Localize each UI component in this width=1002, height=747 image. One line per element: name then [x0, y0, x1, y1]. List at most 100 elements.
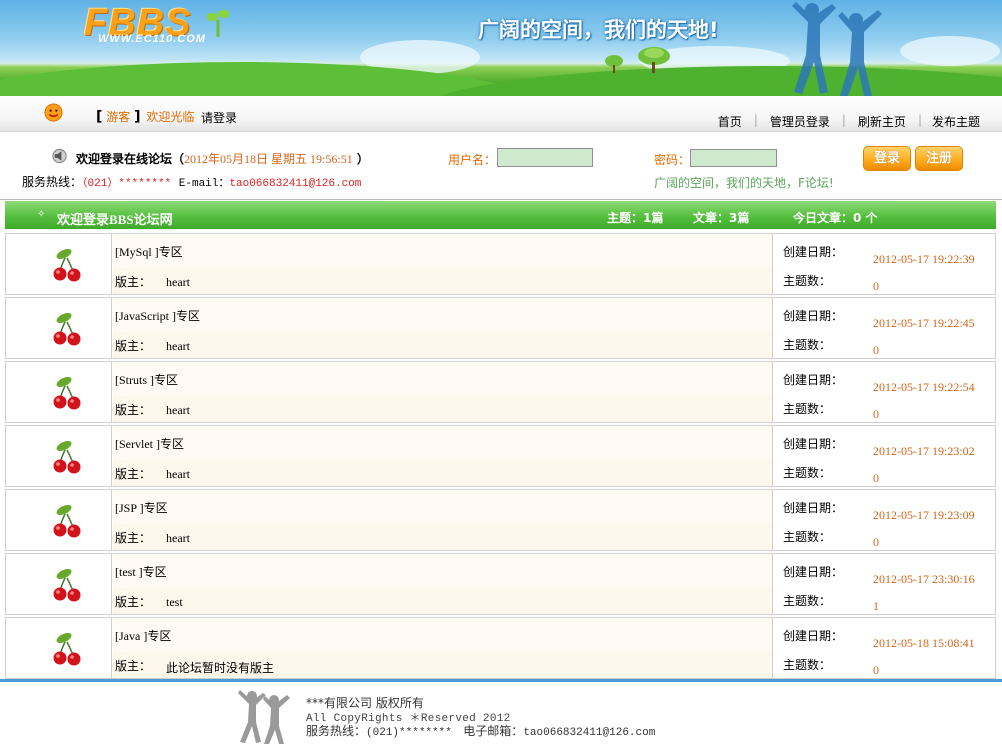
board-icon-cell	[6, 618, 112, 678]
board-icon-cell	[6, 554, 112, 614]
board-name-link[interactable]: [Struts ]专区	[115, 371, 178, 388]
board-icon-cell	[6, 426, 112, 486]
board-row: [Servlet ]专区 版主： heart 创建日期： 2012-05-17 19:2…	[5, 425, 996, 487]
forum-header: ✧ 欢迎登录BBS论坛网 主题：1篇 文章：3篇 今日文章：0 个	[5, 201, 996, 229]
password-label: 密码：	[654, 153, 691, 167]
board-name-link[interactable]: [test ]专区	[115, 563, 167, 580]
board-topic-count: 0	[873, 663, 879, 677]
topic-count-label: 主题数：	[783, 402, 832, 416]
login-button[interactable]: 登录	[863, 146, 911, 171]
cherry-icon	[51, 568, 83, 602]
tree-icon	[638, 47, 670, 73]
nav-divider: |	[753, 113, 758, 127]
cherry-icon	[51, 248, 83, 282]
board-info-cell: [JavaScript ]专区 版主： heart	[113, 298, 773, 358]
topic-count-label: 主题数：	[783, 530, 832, 544]
board-topic-count: 0	[873, 279, 879, 293]
email-address: tao066832411@126.com	[229, 178, 362, 190]
guest-label: 游客	[106, 110, 131, 124]
login-welcome-label: 欢迎登录在线论坛	[76, 152, 173, 166]
moderator-name: heart	[166, 403, 190, 417]
board-stats-cell: 创建日期： 2012-05-17 19:22:54 主题数： 0	[774, 362, 995, 422]
created-date-label: 创建日期：	[783, 245, 844, 259]
board-name-link[interactable]: [MySql ]专区	[115, 243, 183, 260]
board-icon-cell	[6, 298, 112, 358]
footer-hotline: (021)********	[366, 727, 452, 739]
board-info-cell: [JSP ]专区 版主： heart	[113, 490, 773, 550]
article-count: 文章：3篇	[693, 211, 750, 225]
footer-email-label: 电子邮箱：	[463, 724, 524, 738]
nav-home-link[interactable]: 首页	[718, 113, 742, 130]
top-nav-bar: [ 游客 ] 欢迎光临 请登录 首页 | 管理员登录 | 刷新主页 | 发布主题	[0, 96, 1002, 132]
moderator-label: 版主：	[115, 467, 152, 481]
footer-contact: 服务热线：(021)******** 电子邮箱：tao066832411@126…	[306, 722, 655, 739]
username-input[interactable]	[497, 148, 593, 167]
board-row: [JSP ]专区 版主： heart 创建日期： 2012-05-17 19:23:09…	[5, 489, 996, 551]
moderator-label: 版主：	[115, 659, 152, 673]
nav-links: 首页 | 管理员登录 | 刷新主页 | 发布主题	[718, 113, 980, 130]
footer-people-icon	[238, 690, 290, 744]
created-date: 2012-05-17 23:30:16	[873, 572, 975, 586]
board-row: [test ]专区 版主： test 创建日期： 2012-05-17 23:30:16…	[5, 553, 996, 615]
topic-count-label: 主题数：	[783, 594, 832, 608]
moderator-name: 此论坛暂时没有版主	[166, 661, 275, 675]
cherry-icon	[51, 376, 83, 410]
board-info-cell: [test ]专区 版主： test	[113, 554, 773, 614]
cherry-icon	[51, 632, 83, 666]
board-stats-cell: 创建日期： 2012-05-17 23:30:16 主题数： 1	[774, 554, 995, 614]
moderator-name: heart	[166, 531, 190, 545]
board-topic-count: 1	[873, 599, 879, 613]
created-date: 2012-05-17 19:22:45	[873, 316, 975, 330]
board-name-link[interactable]: [JSP ]专区	[115, 499, 168, 516]
board-stats-cell: 创建日期： 2012-05-17 19:22:45 主题数： 0	[774, 298, 995, 358]
created-date: 2012-05-17 19:22:39	[873, 252, 975, 266]
bullet-icon: ✧	[37, 209, 46, 220]
moderator-name: test	[166, 595, 183, 609]
service-hotline: 服务热线：（021）******** E-mail：tao066832411@1…	[22, 173, 361, 190]
register-button[interactable]: 注册	[915, 146, 963, 171]
board-stats-cell: 创建日期： 2012-05-17 19:23:09 主题数： 0	[774, 490, 995, 550]
created-date: 2012-05-17 19:23:02	[873, 444, 975, 458]
board-icon-cell	[6, 234, 112, 294]
hill-decoration	[420, 66, 1002, 96]
please-login-link[interactable]: 请登录	[201, 109, 237, 126]
board-row: [Java ]专区 版主： 此论坛暂时没有版主 创建日期： 2012-05-18 15:…	[5, 617, 996, 679]
board-name-link[interactable]: [Java ]专区	[115, 627, 171, 644]
banner-slogan: 广阔的空间，我们的天地!	[478, 18, 719, 42]
moderator-label: 版主：	[115, 595, 152, 609]
logo-url: WWW.EC110.COM	[98, 33, 206, 45]
board-info-cell: [Servlet ]专区 版主： heart	[113, 426, 773, 486]
forum-slogan: 广阔的空间，我们的天地，F论坛!	[654, 176, 834, 190]
nav-admin-login-link[interactable]: 管理员登录	[770, 113, 830, 130]
moderator-name: heart	[166, 275, 190, 289]
created-date-label: 创建日期：	[783, 437, 844, 451]
nav-post-topic-link[interactable]: 发布主题	[932, 113, 980, 130]
cherry-icon	[51, 504, 83, 538]
board-info-cell: [Struts ]专区 版主： heart	[113, 362, 773, 422]
cherry-icon	[51, 312, 83, 346]
board-topic-count: 0	[873, 471, 879, 485]
created-date-label: 创建日期：	[783, 629, 844, 643]
password-input[interactable]	[690, 149, 777, 167]
board-name-link[interactable]: [JavaScript ]专区	[115, 307, 200, 324]
topic-count-label: 主题数：	[783, 274, 832, 288]
hotline-label: 服务热线：	[22, 175, 83, 189]
created-date-label: 创建日期：	[783, 373, 844, 387]
today-article-count: 今日文章：0 个	[793, 211, 878, 225]
nav-refresh-link[interactable]: 刷新主页	[858, 113, 906, 130]
login-welcome: 欢迎登录在线论坛（2012年05月18日 星期五 19:56:51 ）	[76, 152, 369, 166]
moderator-name: heart	[166, 467, 190, 481]
footer-hotline-label: 服务热线：	[306, 724, 367, 738]
board-row: [Struts ]专区 版主： heart 创建日期： 2012-05-17 19:22…	[5, 361, 996, 423]
site-footer: ***有限公司 版权所有 All CopyRights ＊Reserved 20…	[0, 682, 1002, 747]
board-name-link[interactable]: [Servlet ]专区	[115, 435, 184, 452]
cherry-icon	[51, 440, 83, 474]
guest-greeting: [ 游客 ] 欢迎光临	[96, 109, 195, 125]
board-icon-cell	[6, 362, 112, 422]
created-date-label: 创建日期：	[783, 565, 844, 579]
moderator-label: 版主：	[115, 403, 152, 417]
smiley-icon	[44, 103, 63, 122]
nav-divider: |	[841, 113, 846, 127]
email-label: E-mail：	[178, 178, 230, 190]
welcome-text: 欢迎光临	[146, 110, 195, 124]
